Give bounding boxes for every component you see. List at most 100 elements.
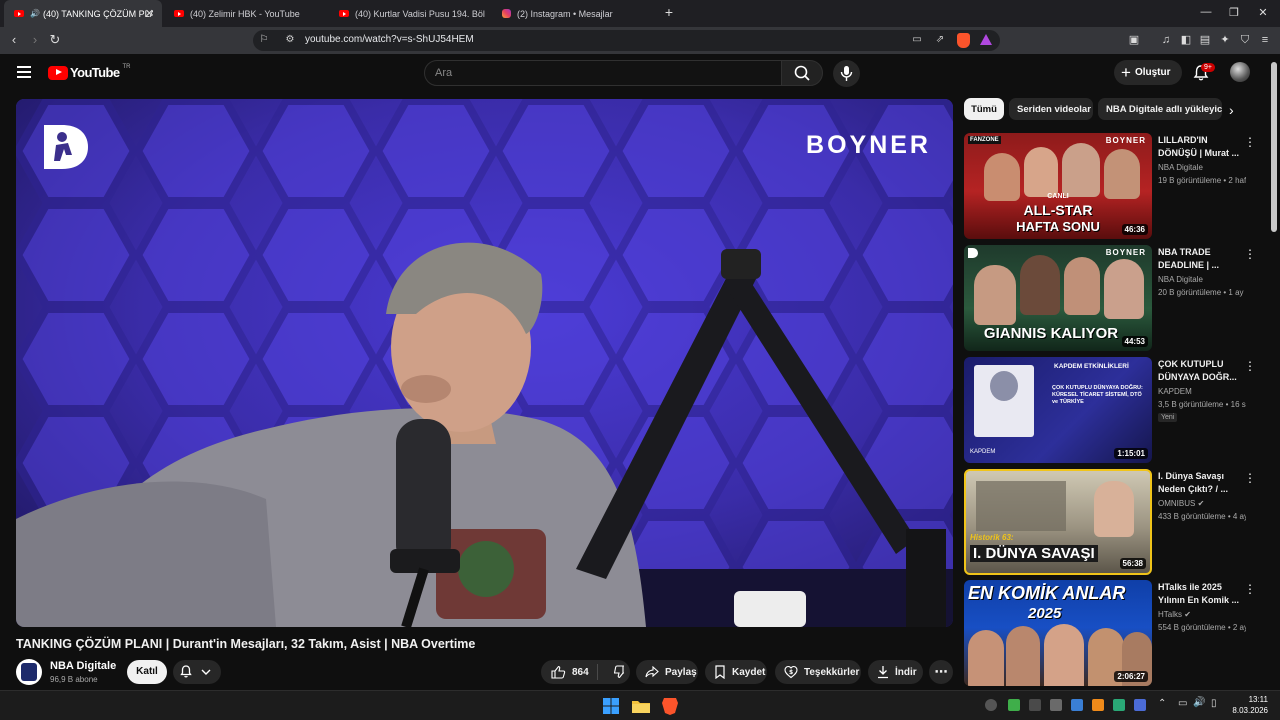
thumb-line: ALL-STAR xyxy=(1023,202,1093,218)
like-button[interactable]: 864 xyxy=(541,665,589,679)
rec-channel[interactable]: NBA Digitale xyxy=(1158,275,1203,284)
tray-app-icon[interactable] xyxy=(1029,699,1041,711)
rec-title[interactable]: LILLARD'IN DÖNÜŞÜ | Murat ... xyxy=(1158,134,1240,160)
subscription-bell-button[interactable] xyxy=(173,660,221,684)
browser-menu-icon[interactable]: ≡ xyxy=(1258,33,1272,47)
tab-kurtlar-vadisi[interactable]: (40) Kurtlar Vadisi Pusu 194. Bölüm xyxy=(329,0,492,27)
download-button[interactable]: İndir xyxy=(868,660,923,684)
more-vertical-icon[interactable]: ⋮ xyxy=(1244,248,1256,260)
rec-title[interactable]: NBA TRADE DEADLINE | ... xyxy=(1158,246,1240,272)
search-box[interactable] xyxy=(424,60,782,86)
system-clock[interactable]: 13:11 8.03.2026 xyxy=(1232,694,1268,716)
search-input[interactable] xyxy=(425,61,781,85)
recommendation-item[interactable]: EN KOMİK ANLAR 2025 2:06:27 HTalks ile 2… xyxy=(964,580,1264,686)
url-text[interactable]: youtube.com/watch?v=s-ShUJ54HEM xyxy=(305,34,474,45)
sidebar-icon[interactable]: ◧ xyxy=(1179,33,1193,47)
tray-chevron-icon[interactable]: ⌃ xyxy=(1158,698,1166,709)
vpn-shield-icon[interactable]: ⛉ xyxy=(1238,33,1252,47)
rec-meta: 19 B görüntüleme • 2 haf... xyxy=(1158,176,1246,185)
more-vertical-icon[interactable]: ⋮ xyxy=(1244,472,1256,484)
hamburger-menu-icon[interactable] xyxy=(17,66,31,78)
more-vertical-icon[interactable]: ⋮ xyxy=(1244,583,1256,595)
recommendation-item[interactable]: FANZONE BOYNER CANLI ALL-STAR HAFTA SONU… xyxy=(964,133,1264,239)
chip-all[interactable]: Tümü xyxy=(964,98,1004,120)
close-tab-icon[interactable]: ✕ xyxy=(145,7,154,20)
more-vertical-icon[interactable]: ⋮ xyxy=(1244,136,1256,148)
windows-start-icon[interactable] xyxy=(603,698,619,714)
video-thumbnail[interactable]: EN KOMİK ANLAR 2025 2:06:27 xyxy=(964,580,1152,686)
page-scrollbar[interactable] xyxy=(1271,62,1277,232)
rec-title[interactable]: HTalks ile 2025 Yılının En Komik ... xyxy=(1158,581,1240,607)
tab-zelimir[interactable]: (40) Zelimir HBK - YouTube xyxy=(164,0,329,27)
reload-icon[interactable]: ↻ xyxy=(47,32,63,48)
recommendation-item[interactable]: Historik 63: I. DÜNYA SAVAŞI 56:38 I. Dü… xyxy=(964,469,1264,575)
brave-browser-icon[interactable] xyxy=(662,696,678,715)
chip-uploader[interactable]: NBA Digitale adlı yükleyici xyxy=(1098,98,1222,120)
video-player[interactable]: BOYNER xyxy=(16,99,953,627)
share-url-icon[interactable]: ⇗ xyxy=(933,34,947,47)
close-window-icon[interactable]: ✕ xyxy=(1253,6,1273,19)
thanks-button[interactable]: $ Teşekkürler xyxy=(775,660,861,684)
tray-app-icon[interactable] xyxy=(985,699,997,711)
tray-app-icon[interactable] xyxy=(1113,699,1125,711)
join-button[interactable]: Katıl xyxy=(127,660,167,684)
back-icon[interactable]: ‹ xyxy=(6,32,22,48)
chip-series[interactable]: Seriden videolar xyxy=(1009,98,1093,120)
tab-instagram[interactable]: (2) Instagram • Mesajlar xyxy=(492,0,652,27)
tray-app-icon[interactable] xyxy=(1050,699,1062,711)
tray-app-icon[interactable] xyxy=(1071,699,1083,711)
rec-title[interactable]: I. Dünya Savaşı Neden Çıktı? / ... xyxy=(1158,470,1240,496)
brave-rewards-icon[interactable] xyxy=(980,34,992,45)
tray-app-icon[interactable] xyxy=(1134,699,1146,711)
voice-search-button[interactable] xyxy=(833,60,860,87)
new-tab-button[interactable]: + xyxy=(659,4,679,20)
file-explorer-icon[interactable] xyxy=(632,698,650,714)
channel-name[interactable]: NBA Digitale xyxy=(50,660,116,672)
rec-channel[interactable]: KAPDEM xyxy=(1158,387,1192,396)
leo-ai-icon[interactable]: ✦ xyxy=(1218,33,1232,47)
rec-channel[interactable]: NBA Digitale xyxy=(1158,163,1203,172)
recommendation-item[interactable]: BOYNER GIANNIS KALIYOR 44:53 NBA TRADE D… xyxy=(964,245,1264,351)
video-thumbnail[interactable]: FANZONE BOYNER CANLI ALL-STAR HAFTA SONU… xyxy=(964,133,1152,239)
thumbs-down-icon[interactable] xyxy=(614,665,624,679)
rec-meta: 554 B görüntüleme • 2 ay... xyxy=(1158,623,1246,632)
tab-tanking[interactable]: 🔊 (40) TANKING ÇÖZÜM PLANI ✕ xyxy=(4,0,162,27)
search-button[interactable] xyxy=(781,60,823,86)
save-button[interactable]: Kaydet xyxy=(705,660,767,684)
rec-title[interactable]: ÇOK KUTUPLU DÜNYAYA DOĞR... xyxy=(1158,358,1240,384)
more-vertical-icon[interactable]: ⋮ xyxy=(1244,360,1256,372)
bookmark-icon[interactable]: ⚐ xyxy=(257,34,271,47)
account-avatar[interactable] xyxy=(1230,62,1250,82)
cast-icon[interactable]: ▭ xyxy=(910,34,924,47)
rec-channel[interactable]: HTalks ✔ xyxy=(1158,610,1191,619)
search-icon xyxy=(794,65,810,81)
media-icon[interactable]: ♫ xyxy=(1159,33,1173,47)
tray-app-icon[interactable] xyxy=(1092,699,1104,711)
share-button[interactable]: Paylaş xyxy=(636,660,698,684)
volume-icon[interactable]: 🔊 xyxy=(1193,697,1205,708)
create-button[interactable]: + Oluştur xyxy=(1114,60,1182,85)
rec-channel-name: OMNIBUS xyxy=(1158,499,1196,508)
site-info-icon[interactable]: ⚙ xyxy=(283,34,297,47)
video-thumbnail[interactable]: Historik 63: I. DÜNYA SAVAŞI 56:38 xyxy=(964,469,1152,575)
save-label: Kaydet xyxy=(732,666,766,678)
youtube-play-icon xyxy=(48,65,68,80)
battery-icon[interactable]: ▯ xyxy=(1211,698,1217,709)
address-bar[interactable]: ⚐ ⚙ youtube.com/watch?v=s-ShUJ54HEM ▭ ⇗ xyxy=(253,30,1000,51)
youtube-logo[interactable]: YouTube TR xyxy=(48,64,130,80)
video-thumbnail[interactable]: BOYNER GIANNIS KALIYOR 44:53 xyxy=(964,245,1152,351)
wallet-icon[interactable]: ▤ xyxy=(1198,33,1212,47)
chips-next-icon[interactable]: › xyxy=(1229,102,1234,118)
brave-shields-icon[interactable] xyxy=(957,33,970,48)
video-thumbnail[interactable]: KAPDEM ETKİNLİKLERİ ÇOK KUTUPLU DÜNYAYA … xyxy=(964,357,1152,463)
restore-icon[interactable]: ❐ xyxy=(1224,6,1244,19)
minimize-icon[interactable]: — xyxy=(1196,6,1216,18)
reader-icon[interactable]: ▣ xyxy=(1127,33,1141,47)
tray-app-icon[interactable] xyxy=(1008,699,1020,711)
network-icon[interactable]: ▭ xyxy=(1178,698,1187,709)
forward-icon[interactable]: › xyxy=(27,32,43,48)
recommendation-item[interactable]: KAPDEM ETKİNLİKLERİ ÇOK KUTUPLU DÜNYAYA … xyxy=(964,357,1264,463)
more-actions-button[interactable]: ⋯ xyxy=(929,660,953,684)
rec-channel[interactable]: OMNIBUS ✔ xyxy=(1158,499,1204,508)
channel-avatar[interactable] xyxy=(16,659,42,685)
